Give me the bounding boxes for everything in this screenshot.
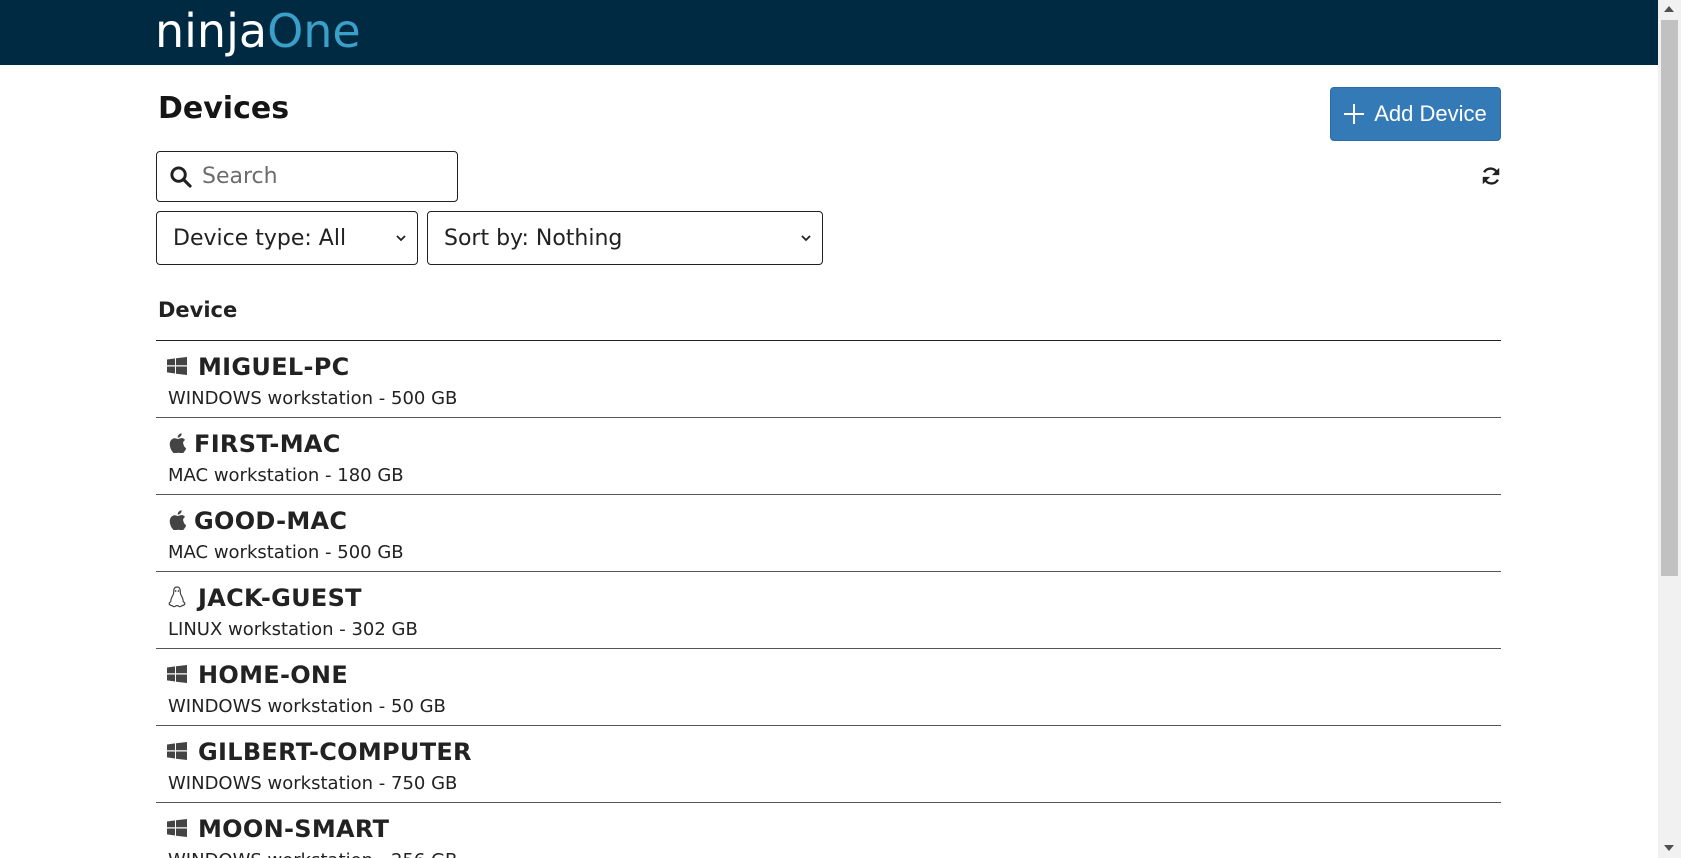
device-name: GILBERT-COMPUTER	[198, 738, 472, 766]
ninjaone-logo[interactable]: ninjaOne	[155, 4, 361, 58]
device-column-header[interactable]: Device	[158, 298, 237, 322]
add-device-label: Add Device	[1374, 101, 1487, 126]
device-row[interactable]: GILBERT-COMPUTER WINDOWS workstation - 7…	[156, 726, 1501, 803]
scroll-down-arrow-icon[interactable]	[1664, 845, 1674, 851]
refresh-icon[interactable]	[1480, 165, 1501, 187]
device-description: WINDOWS workstation - 500 GB	[168, 388, 458, 409]
device-name: FIRST-MAC	[194, 430, 341, 458]
windows-icon	[167, 664, 187, 684]
device-name: JACK-GUEST	[198, 584, 362, 612]
device-description: MAC workstation - 180 GB	[168, 465, 404, 486]
device-row[interactable]: FIRST-MAC MAC workstation - 180 GB	[156, 418, 1501, 495]
device-row[interactable]: MIGUEL-PC WINDOWS workstation - 500 GB	[156, 341, 1501, 418]
windows-icon	[167, 356, 187, 376]
add-device-button[interactable]: Add Device	[1330, 87, 1501, 141]
windows-icon	[167, 818, 187, 838]
device-description: MAC workstation - 500 GB	[168, 542, 404, 563]
device-row[interactable]: MOON-SMART WINDOWS workstation - 256 GB	[156, 803, 1501, 858]
apple-icon	[167, 433, 187, 453]
sort-by-select[interactable]: Sort by: Nothing	[427, 211, 823, 265]
sort-by-value: Sort by: Nothing	[444, 225, 623, 251]
linux-icon	[167, 586, 187, 608]
top-navbar: ninjaOne	[0, 0, 1658, 65]
device-type-select[interactable]: Device type: All	[156, 211, 418, 265]
chevron-down-icon	[801, 235, 811, 242]
device-name: GOOD-MAC	[194, 507, 348, 535]
device-row[interactable]: JACK-GUEST LINUX workstation - 302 GB	[156, 572, 1501, 649]
scrollbar-thumb[interactable]	[1661, 20, 1678, 576]
device-name: MOON-SMART	[198, 815, 390, 843]
logo-text-one: One	[267, 4, 361, 58]
search-box[interactable]	[156, 151, 458, 202]
device-row[interactable]: GOOD-MAC MAC workstation - 500 GB	[156, 495, 1501, 572]
device-type-value: Device type: All	[173, 225, 347, 251]
device-name: MIGUEL-PC	[198, 353, 350, 381]
device-description: WINDOWS workstation - 750 GB	[168, 773, 458, 794]
device-description: WINDOWS workstation - 256 GB	[168, 850, 457, 858]
page-title: Devices	[158, 91, 290, 126]
device-row[interactable]: HOME-ONE WINDOWS workstation - 50 GB	[156, 649, 1501, 726]
plus-icon	[1344, 104, 1365, 124]
vertical-scrollbar[interactable]	[1658, 0, 1681, 858]
device-name: HOME-ONE	[198, 661, 349, 689]
chevron-down-icon	[396, 235, 406, 242]
devices-page: Devices Add Device Device type: All Sort…	[156, 65, 1501, 858]
scroll-up-arrow-icon[interactable]	[1664, 6, 1674, 12]
apple-icon	[167, 510, 187, 530]
device-description: WINDOWS workstation - 50 GB	[168, 696, 446, 717]
windows-icon	[167, 741, 187, 761]
logo-text-ninja: ninja	[155, 4, 268, 58]
search-icon	[170, 166, 192, 188]
device-description: LINUX workstation - 302 GB	[168, 619, 418, 640]
device-list: MIGUEL-PC WINDOWS workstation - 500 GB F…	[156, 341, 1501, 858]
search-input[interactable]	[202, 164, 442, 189]
